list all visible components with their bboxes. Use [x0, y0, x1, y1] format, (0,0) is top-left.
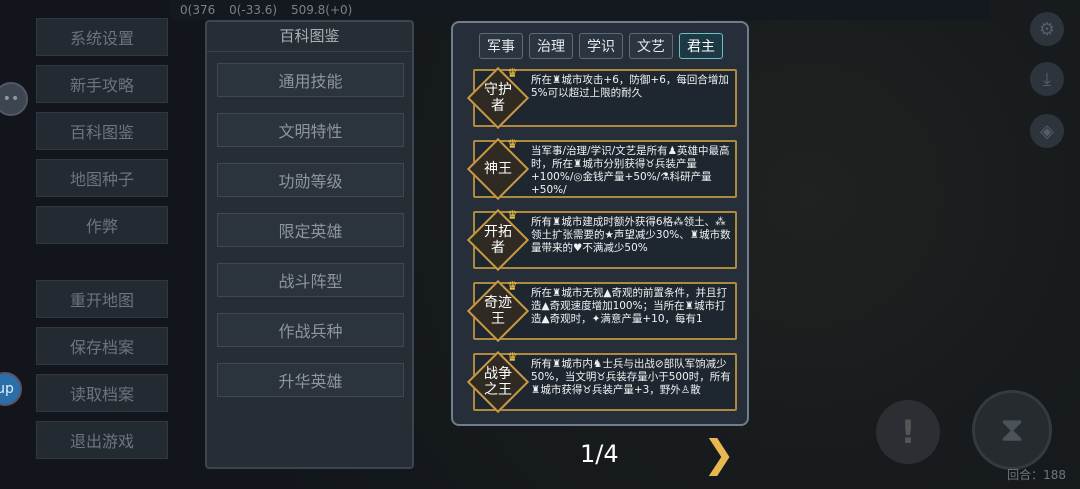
trait-description: 所有♜城市内♞士兵与出战⊘部队军饷减少50%，当文明♉兵装存量小于500时，所有… — [531, 358, 731, 396]
ency-item-limited-heroes[interactable]: 限定英雄 — [217, 213, 404, 247]
menu-exit-game[interactable]: 退出游戏 — [36, 421, 168, 459]
resource-bar: 0(376 0(-33.6) 509.8(+0) — [170, 0, 990, 20]
trait-card: 军事 治理 学识 文艺 君主 ♛ 守护者 所在♜城市攻击+6，防御+6，每回合增… — [451, 21, 749, 426]
tab-monarch[interactable]: 君主 — [679, 33, 723, 59]
ency-item-ascended-heroes[interactable]: 升华英雄 — [217, 363, 404, 397]
trait-badge: ♛ 守护者 — [466, 66, 530, 130]
tab-learning[interactable]: 学识 — [579, 33, 623, 59]
gear-icon[interactable]: ⚙ — [1030, 12, 1064, 46]
encyclopedia-title: 百科图鉴 — [207, 22, 412, 52]
download-icon[interactable]: ⤓ — [1030, 62, 1064, 96]
trait-tabs: 军事 治理 学识 文艺 君主 — [479, 33, 723, 59]
trait-badge: ♛ 奇迹王 — [466, 279, 530, 343]
ency-item-formations[interactable]: 战斗阵型 — [217, 263, 404, 297]
menu-restart-map[interactable]: 重开地图 — [36, 280, 168, 318]
trait-description: 当军事/治理/学识/文艺是所有♟英雄中最高时，所在♜城市分别获得♉兵装产量+10… — [531, 145, 730, 195]
menu-map-seed[interactable]: 地图种子 — [36, 159, 168, 197]
resource-stat-1: 0(376 — [180, 3, 216, 17]
trait-description: 所在♜城市攻击+6，防御+6，每回合增加5%可以超过上限的耐久 — [531, 74, 729, 99]
ency-item-civ-traits[interactable]: 文明特性 — [217, 113, 404, 147]
menu-load-game[interactable]: 读取档案 — [36, 374, 168, 412]
trait-entry: ♛ 神王 当军事/治理/学识/文艺是所有♟英雄中最高时，所在♜城市分别获得♉兵装… — [466, 137, 737, 201]
tab-governance[interactable]: 治理 — [529, 33, 573, 59]
ency-item-unit-types[interactable]: 作战兵种 — [217, 313, 404, 347]
trait-badge: ♛ 开拓者 — [466, 208, 530, 272]
trait-badge: ♛ 战争之王 — [466, 350, 530, 414]
compass-icon[interactable]: ◈ — [1030, 114, 1064, 148]
tab-arts[interactable]: 文艺 — [629, 33, 673, 59]
trait-entry: ♛ 守护者 所在♜城市攻击+6，防御+6，每回合增加5%可以超过上限的耐久 — [466, 66, 737, 130]
menu-save-game[interactable]: 保存档案 — [36, 327, 168, 365]
trait-entry: ♛ 奇迹王 所在♜城市无视▲奇观的前置条件，并且打造▲奇观速度增加100%；当所… — [466, 279, 737, 343]
resource-stat-3: 509.8(+0) — [290, 3, 353, 17]
trait-name: 神王 — [484, 161, 512, 177]
trait-name: 奇迹王 — [484, 295, 512, 327]
resource-stat-2: 0(-33.6) — [229, 3, 278, 17]
encyclopedia-panel: 百科图鉴 通用技能 文明特性 功勋等级 限定英雄 战斗阵型 作战兵种 升华英雄 — [205, 20, 414, 469]
menu-beginner-guide[interactable]: 新手攻略 — [36, 65, 168, 103]
page-indicator: 1/4 — [580, 440, 619, 468]
trait-name: 守护者 — [484, 82, 512, 114]
alert-icon[interactable]: ! — [876, 400, 940, 464]
trait-entry: ♛ 开拓者 所有♜城市建成时额外获得6格⁂领土、⁂领土扩张需要的★声望减少30%… — [466, 208, 737, 272]
trait-description: 所在♜城市无视▲奇观的前置条件，并且打造▲奇观速度增加100%；当所在♜城市打造… — [531, 287, 727, 325]
next-page-arrow-icon[interactable]: ❯ — [703, 432, 735, 476]
trait-name: 开拓者 — [484, 224, 512, 256]
menu-system-settings[interactable]: 系统设置 — [36, 18, 168, 56]
ency-item-merit-levels[interactable]: 功勋等级 — [217, 163, 404, 197]
trait-badge: ♛ 神王 — [466, 137, 530, 201]
turn-counter: 回合：188 — [1007, 468, 1066, 482]
end-turn-hourglass-icon[interactable]: ⧗ — [972, 390, 1052, 470]
menu-encyclopedia[interactable]: 百科图鉴 — [36, 112, 168, 150]
trait-name: 战争之王 — [484, 366, 512, 398]
tab-military[interactable]: 军事 — [479, 33, 523, 59]
ency-item-general-skills[interactable]: 通用技能 — [217, 63, 404, 97]
main-menu: 系统设置 新手攻略 百科图鉴 地图种子 作弊 重开地图 保存档案 读取档案 退出… — [36, 18, 170, 468]
trait-entry: ♛ 战争之王 所有♜城市内♞士兵与出战⊘部队军饷减少50%，当文明♉兵装存量小于… — [466, 350, 737, 414]
trait-description: 所有♜城市建成时额外获得6格⁂领土、⁂领土扩张需要的★声望减少30%、♜城市数量… — [531, 216, 731, 254]
menu-cheat[interactable]: 作弊 — [36, 206, 168, 244]
